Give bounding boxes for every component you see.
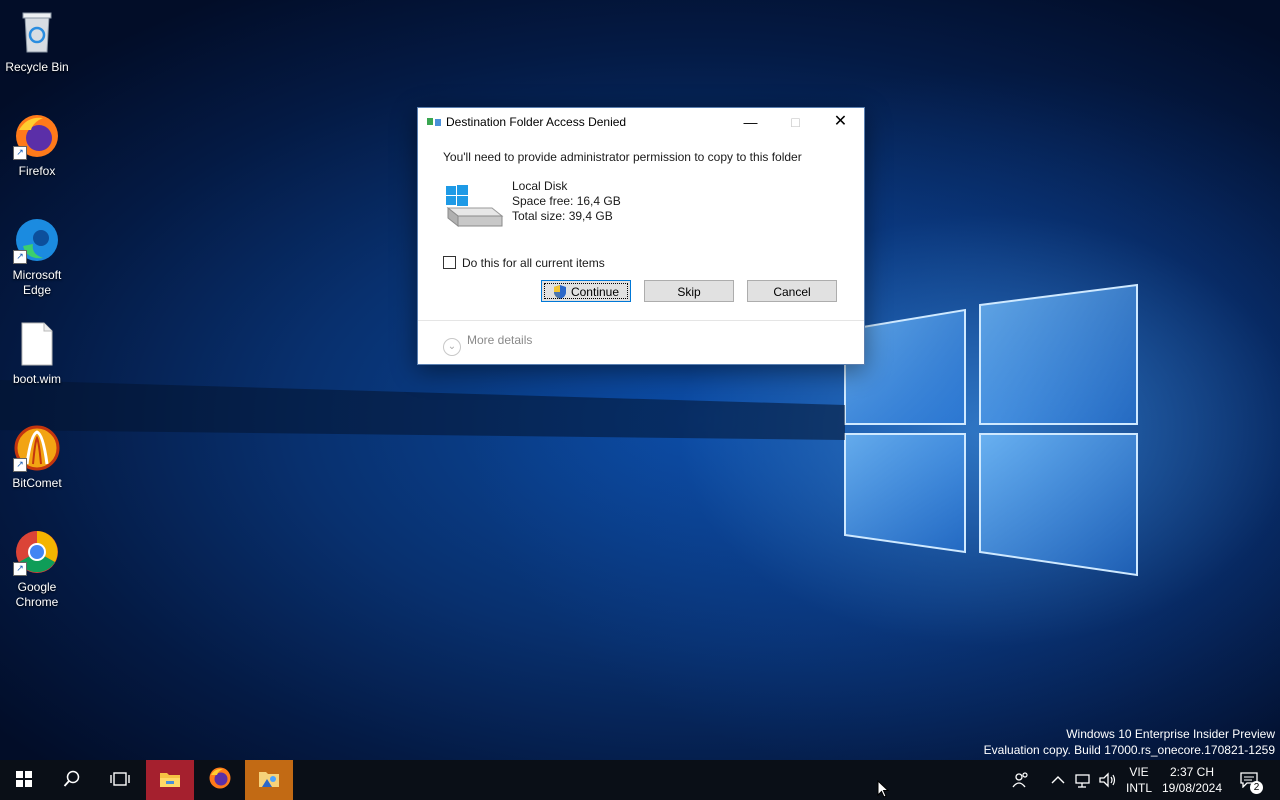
- disk-info: Local Disk Space free: 16,4 GB Total siz…: [512, 179, 621, 224]
- desktop-icon-label-line1: Microsoft: [12, 268, 62, 282]
- mouse-cursor-icon: [877, 780, 889, 798]
- disk-name: Local Disk: [512, 179, 568, 193]
- desktop-icon-label-line2: Edge: [22, 283, 52, 297]
- desktop-icon-label-line2: Chrome: [15, 595, 59, 609]
- task-view-button[interactable]: [96, 760, 144, 800]
- input-language-indicator[interactable]: VIE INTL: [1124, 764, 1154, 796]
- evaluation-watermark: Windows 10 Enterprise Insider Preview Ev…: [984, 726, 1275, 758]
- people-button[interactable]: [1012, 760, 1036, 800]
- do-this-for-all-checkbox[interactable]: Do this for all current items: [443, 256, 605, 270]
- taskbar-clock[interactable]: 2:37 CH 19/08/2024: [1160, 764, 1224, 796]
- task-view-icon: [110, 772, 130, 786]
- minimize-button[interactable]: —: [728, 108, 773, 136]
- desktop-icon-edge[interactable]: ↗ Microsoft Edge: [0, 216, 74, 298]
- maximize-button: □: [791, 114, 800, 130]
- desktop-icon-boot-wim[interactable]: boot.wim: [0, 320, 74, 387]
- chrome-icon: ↗: [13, 528, 61, 576]
- desktop-icon-firefox[interactable]: ↗ Firefox: [0, 112, 74, 179]
- search-button[interactable]: [48, 760, 96, 800]
- people-icon: [1012, 772, 1028, 788]
- more-details-toggle[interactable]: ⌄ More details: [443, 333, 532, 356]
- close-button[interactable]: ✕: [818, 108, 863, 136]
- checkbox-label: Do this for all current items: [462, 256, 605, 270]
- continue-button[interactable]: Continue: [541, 280, 631, 302]
- disk-space-free: Space free: 16,4 GB: [512, 194, 621, 208]
- uac-shield-icon: [553, 285, 566, 299]
- recycle-bin-icon: [13, 8, 61, 56]
- disk-total-size: Total size: 39,4 GB: [512, 209, 613, 223]
- firefox-icon: ↗: [13, 112, 61, 160]
- dialog-separator: [418, 320, 864, 321]
- volume-icon: [1099, 772, 1116, 788]
- cancel-button[interactable]: Cancel: [747, 280, 837, 302]
- chevron-up-icon: [1051, 776, 1065, 784]
- desktop-icon-recycle-bin[interactable]: Recycle Bin: [0, 8, 74, 75]
- shortcut-arrow-icon: ↗: [13, 146, 27, 160]
- local-disk-icon: [446, 185, 504, 228]
- language-line2: INTL: [1125, 781, 1152, 795]
- windows-start-icon: [16, 771, 32, 787]
- firefox-icon: [209, 767, 231, 789]
- action-center-button[interactable]: 2: [1232, 760, 1280, 800]
- taskbar-copy-progress[interactable]: [245, 760, 293, 800]
- dialog-message: You'll need to provide administrator per…: [443, 150, 802, 164]
- taskbar: VIE INTL 2:37 CH 19/08/2024 2: [0, 760, 1280, 800]
- network-button[interactable]: [1074, 760, 1096, 800]
- desktop-icon-label: Recycle Bin: [5, 60, 69, 74]
- file-explorer-icon: [160, 773, 180, 787]
- taskbar-file-explorer[interactable]: [146, 760, 194, 800]
- watermark-line2: Evaluation copy. Build 17000.rs_onecore.…: [983, 743, 1275, 757]
- shortcut-arrow-icon: ↗: [13, 250, 27, 264]
- show-hidden-icons-button[interactable]: [1051, 760, 1071, 800]
- desktop-icon-bitcomet[interactable]: ↗ BitComet: [0, 424, 74, 491]
- bitcomet-icon: ↗: [13, 424, 61, 472]
- dialog-title: Destination Folder Access Denied: [446, 115, 627, 129]
- chevron-down-icon: ⌄: [443, 338, 461, 356]
- skip-button[interactable]: Skip: [644, 280, 734, 302]
- desktop-icon-chrome[interactable]: ↗ Google Chrome: [0, 528, 74, 610]
- search-icon: [63, 770, 80, 787]
- network-icon: [1075, 774, 1090, 788]
- language-line1: VIE: [1129, 765, 1149, 779]
- shortcut-arrow-icon: ↗: [13, 458, 27, 472]
- edge-icon: ↗: [13, 216, 61, 264]
- desktop-icon-label-line1: Google: [17, 580, 57, 594]
- dialog-titlebar[interactable]: Destination Folder Access Denied — □ ✕: [418, 108, 864, 136]
- copy-folder-icon: [427, 118, 441, 126]
- volume-button[interactable]: [1098, 760, 1120, 800]
- shortcut-arrow-icon: ↗: [13, 562, 27, 576]
- continue-label: Continue: [570, 285, 620, 299]
- folder-copy-icon: [259, 772, 279, 787]
- start-button[interactable]: [0, 760, 48, 800]
- watermark-line1: Windows 10 Enterprise Insider Preview: [1066, 727, 1275, 741]
- clock-time: 2:37 CH: [1169, 765, 1215, 779]
- desktop-icon-label: BitComet: [12, 476, 62, 490]
- notification-count-badge: 2: [1250, 781, 1263, 794]
- file-icon: [13, 320, 61, 368]
- more-details-label: More details: [467, 333, 533, 347]
- clock-date: 19/08/2024: [1161, 781, 1223, 795]
- desktop-icon-label: boot.wim: [12, 372, 62, 386]
- desktop-icon-label: Firefox: [18, 164, 56, 178]
- taskbar-firefox[interactable]: [196, 760, 244, 800]
- access-denied-dialog: Destination Folder Access Denied — □ ✕ Y…: [417, 107, 865, 365]
- checkbox-box[interactable]: [443, 256, 456, 269]
